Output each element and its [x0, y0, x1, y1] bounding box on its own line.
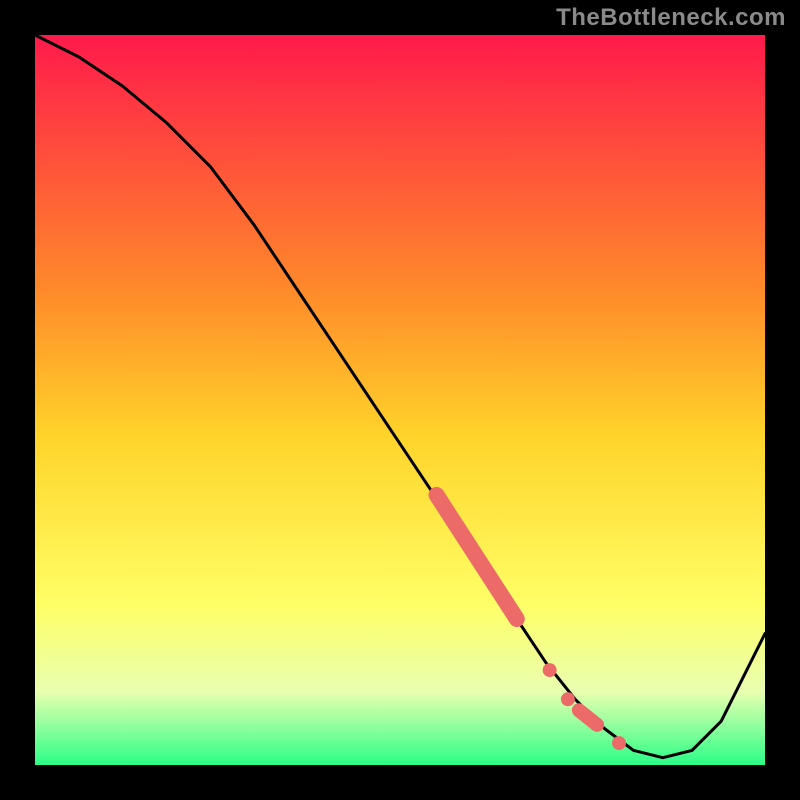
- chart-stage: TheBottleneck.com: [0, 0, 800, 800]
- highlight-dot: [543, 663, 557, 677]
- watermark-label: TheBottleneck.com: [556, 4, 786, 32]
- plot-area: [35, 35, 765, 765]
- highlight-dot: [612, 736, 626, 750]
- highlight-dot: [561, 692, 575, 706]
- bottleneck-chart: [0, 0, 800, 800]
